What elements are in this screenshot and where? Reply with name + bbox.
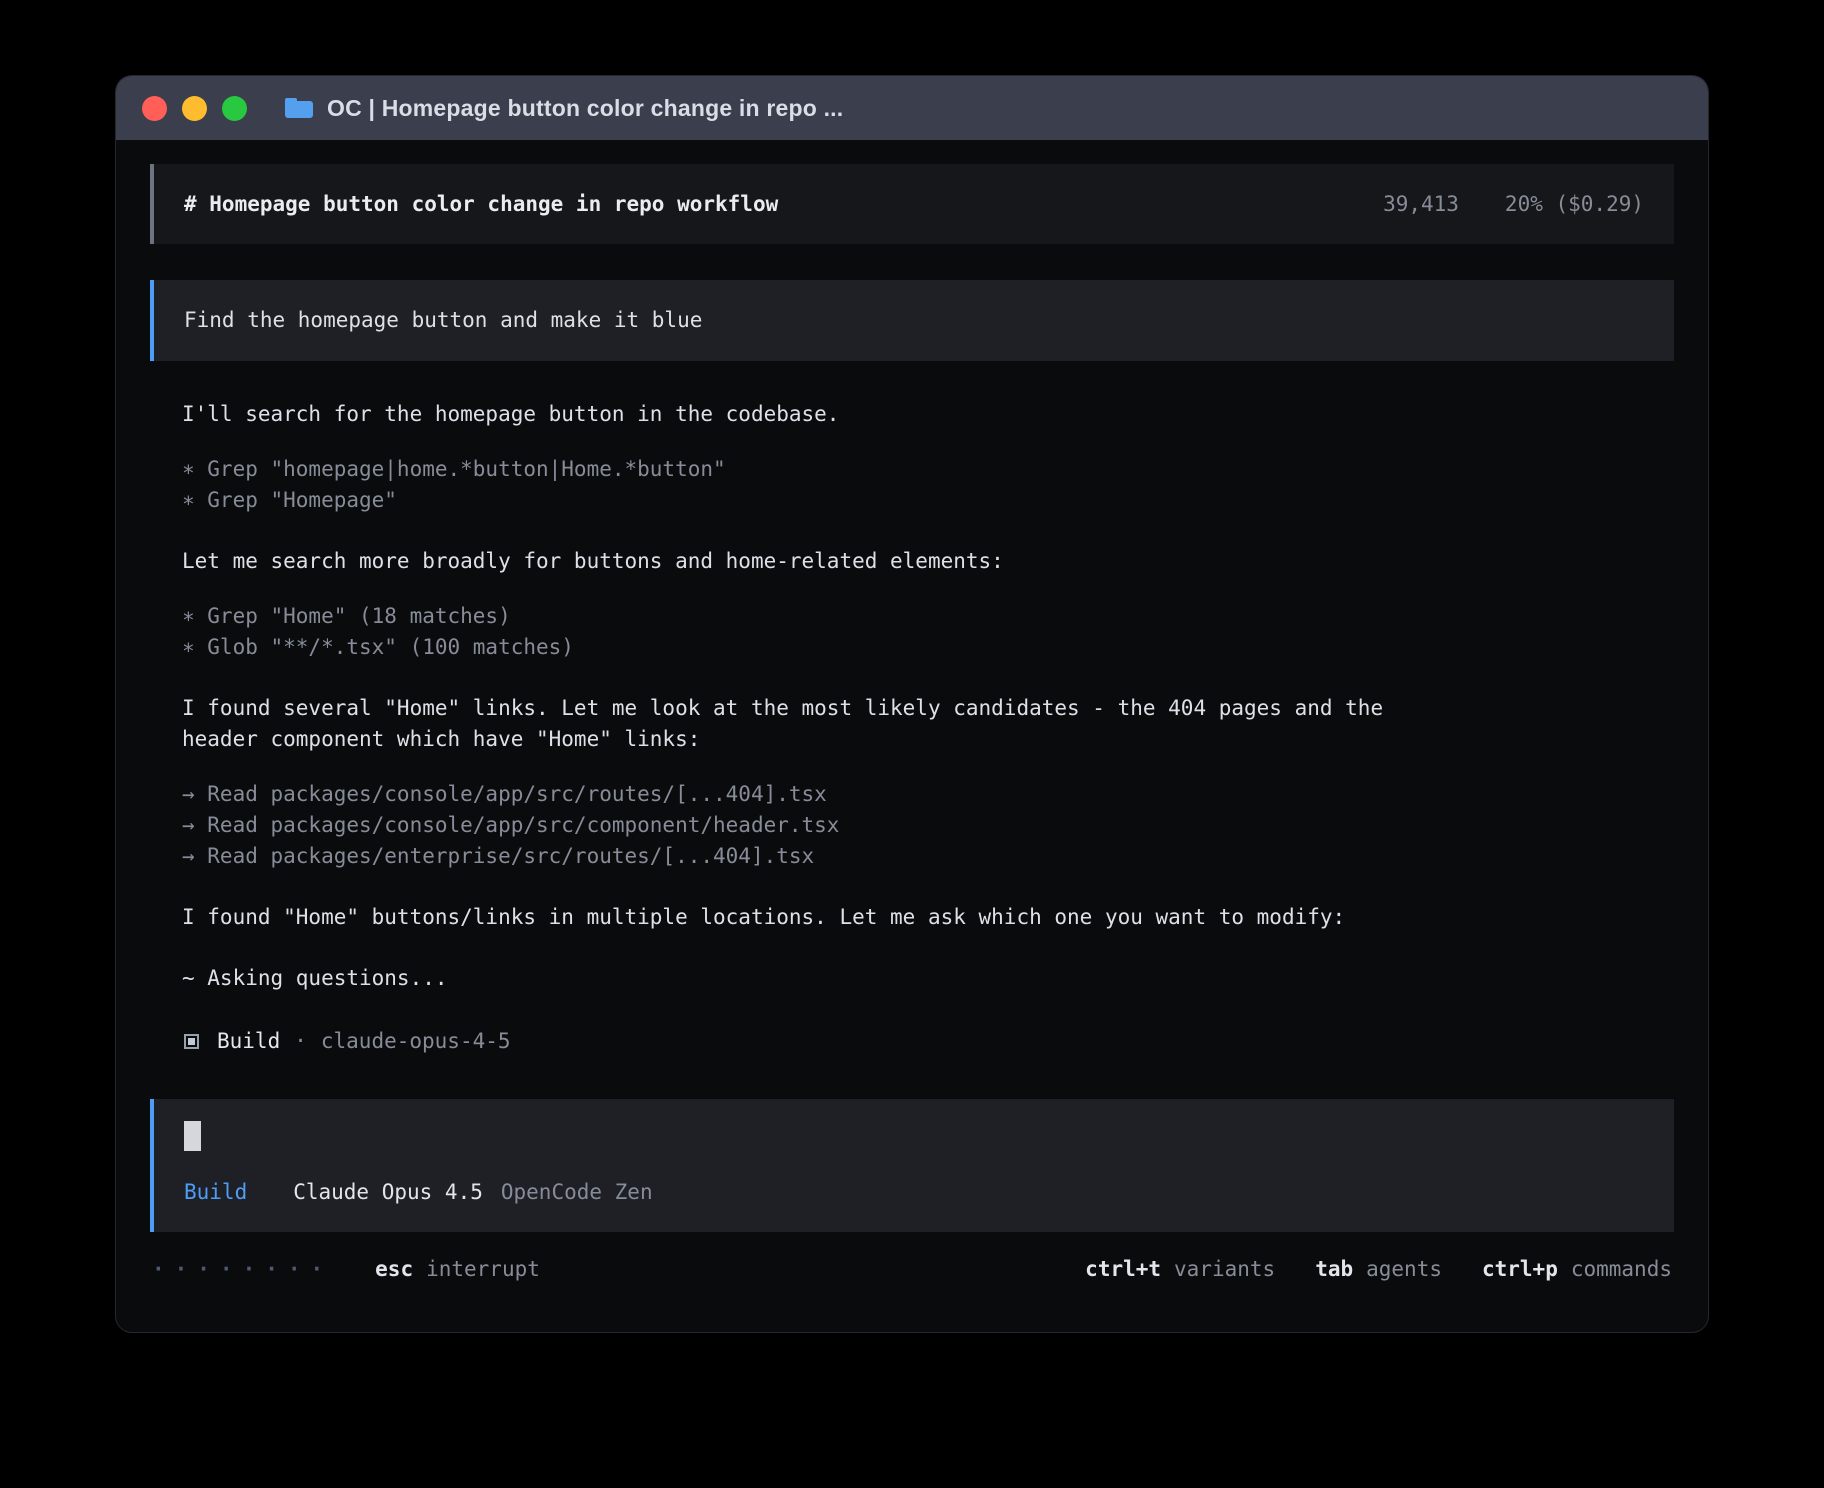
tool-call-glob: ∗ Glob "**/*.tsx" (100 matches) (182, 632, 1674, 663)
input-mode: Build (184, 1177, 247, 1208)
tool-call-read: → Read packages/enterprise/src/routes/[.… (182, 841, 1674, 872)
user-message: Find the homepage button and make it blu… (150, 280, 1674, 361)
spinner-icon: ········ (152, 1254, 333, 1285)
tool-call-group: ∗ Grep "Home" (18 matches) ∗ Glob "**/*.… (182, 601, 1674, 663)
input-meta: Build Claude Opus 4.5 OpenCode Zen (184, 1177, 1644, 1208)
status-bar-left: ········ esc interrupt (152, 1254, 540, 1285)
working-status: ~ Asking questions... (182, 963, 1674, 994)
terminal-content: # Homepage button color change in repo w… (116, 140, 1708, 1285)
agent-separator: · (294, 1026, 307, 1057)
token-count: 39,413 (1383, 189, 1459, 220)
tool-call-read: → Read packages/console/app/src/routes/[… (182, 779, 1674, 810)
agent-model: claude-opus-4-5 (321, 1026, 511, 1057)
titlebar[interactable]: OC | Homepage button color change in rep… (116, 76, 1708, 140)
session-title: # Homepage button color change in repo w… (184, 189, 778, 220)
agent-icon (184, 1034, 199, 1049)
shortcut-commands: ctrl+p commands (1482, 1254, 1672, 1285)
tool-call-group: → Read packages/console/app/src/routes/[… (182, 779, 1674, 872)
tool-call-grep: ∗ Grep "Homepage" (182, 485, 1674, 516)
tool-call-grep: ∗ Grep "Home" (18 matches) (182, 601, 1674, 632)
agent-name: Build (217, 1026, 280, 1057)
status-bar: ········ esc interrupt ctrl+t variants t… (150, 1254, 1674, 1285)
assistant-paragraph: I'll search for the homepage button in t… (182, 399, 1422, 430)
session-header: # Homepage button color change in repo w… (150, 164, 1674, 244)
assistant-paragraph: Let me search more broadly for buttons a… (182, 546, 1422, 577)
agent-info-line: Build · claude-opus-4-5 (184, 1026, 1674, 1057)
terminal-window: OC | Homepage button color change in rep… (116, 76, 1708, 1332)
input-model: Claude Opus 4.5 (293, 1177, 483, 1208)
shortcut-agents: tab agents (1315, 1254, 1442, 1285)
close-button[interactable] (142, 96, 167, 121)
shortcut-variants: ctrl+t variants (1085, 1254, 1275, 1285)
context-usage: 20% ($0.29) (1505, 189, 1644, 220)
tool-call-read: → Read packages/console/app/src/componen… (182, 810, 1674, 841)
window-controls (142, 96, 247, 121)
folder-icon (285, 98, 313, 118)
esc-key-label: interrupt (426, 1254, 540, 1285)
prompt-input[interactable]: Build Claude Opus 4.5 OpenCode Zen (150, 1099, 1674, 1232)
esc-key-hint: esc (375, 1254, 413, 1285)
window-title: OC | Homepage button color change in rep… (327, 95, 843, 122)
user-message-text: Find the homepage button and make it blu… (184, 308, 702, 332)
input-provider: OpenCode Zen (501, 1177, 653, 1208)
zoom-button[interactable] (222, 96, 247, 121)
minimize-button[interactable] (182, 96, 207, 121)
assistant-paragraph: I found several "Home" links. Let me loo… (182, 693, 1422, 755)
tool-call-grep: ∗ Grep "homepage|home.*button|Home.*butt… (182, 454, 1674, 485)
status-bar-right: ctrl+t variants tab agents ctrl+p comman… (1085, 1254, 1672, 1285)
session-stats: 39,413 20% ($0.29) (1383, 189, 1644, 220)
assistant-paragraph: I found "Home" buttons/links in multiple… (182, 902, 1422, 933)
tool-call-group: ∗ Grep "homepage|home.*button|Home.*butt… (182, 454, 1674, 516)
text-cursor (184, 1121, 201, 1151)
